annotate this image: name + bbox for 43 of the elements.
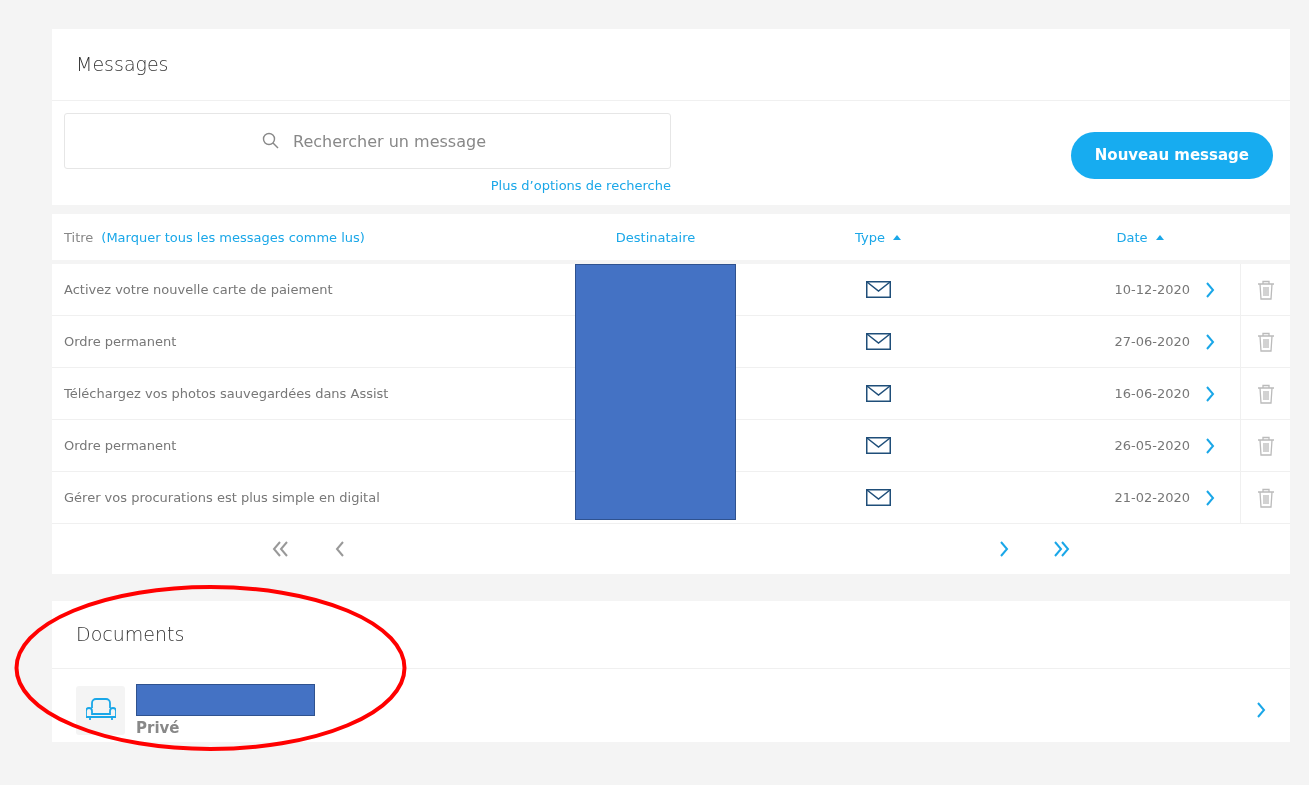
more-search-options-link[interactable]: Plus d’options de recherche <box>490 178 671 193</box>
last-page-button[interactable] <box>1052 541 1070 557</box>
trash-icon[interactable] <box>1256 383 1275 404</box>
message-title[interactable]: Gérer vos procurations est plus simple en digital <box>64 490 575 505</box>
message-title[interactable]: Téléchargez vos photos sauvegardées dans Assist <box>64 386 575 401</box>
message-date: 27-06-2020 <box>1113 334 1190 349</box>
armchair-icon <box>76 685 125 735</box>
column-header[interactable]: Type <box>855 229 885 245</box>
chevron-right-icon[interactable] <box>1256 702 1266 718</box>
column-header: Titre <box>64 229 94 245</box>
message-title[interactable]: Ordre permanent <box>64 438 575 453</box>
section-title: Messages <box>52 29 1290 101</box>
sort-caret-icon <box>892 234 901 240</box>
chevron-right-icon[interactable] <box>1205 489 1215 506</box>
column-header[interactable]: Destinataire <box>615 229 696 245</box>
message-date: 21-02-2020 <box>1113 490 1190 505</box>
document-subtitle: Privé <box>136 718 181 737</box>
chevron-right-icon[interactable] <box>1205 333 1215 350</box>
chevron-right-icon[interactable] <box>1205 437 1215 454</box>
message-title[interactable]: Ordre permanent <box>64 334 575 349</box>
trash-icon[interactable] <box>1256 279 1275 300</box>
column-header[interactable]: Date <box>1116 229 1148 245</box>
envelope-icon <box>865 281 891 298</box>
message-title[interactable]: Activez votre nouvelle carte de paiement <box>64 282 575 297</box>
trash-icon[interactable] <box>1256 435 1275 456</box>
trash-icon[interactable] <box>1256 487 1275 508</box>
search-icon <box>262 132 280 150</box>
envelope-icon <box>865 489 891 506</box>
section-title: Documents <box>52 601 1290 669</box>
envelope-icon <box>865 333 891 350</box>
chevron-right-icon[interactable] <box>1205 385 1215 402</box>
chevron-right-icon[interactable] <box>1205 281 1215 298</box>
envelope-icon <box>865 437 891 454</box>
sort-caret-icon <box>1155 234 1164 240</box>
mark-all-read-link[interactable]: (Marquer tous les messages comme lus) <box>101 229 365 245</box>
message-date: 26-05-2020 <box>1113 438 1190 453</box>
next-page-button[interactable] <box>999 541 1009 557</box>
trash-icon[interactable] <box>1256 331 1275 352</box>
new-message-button[interactable]: Nouveau message <box>1070 131 1273 179</box>
search-field[interactable]: Rechercher un message <box>64 113 671 169</box>
envelope-icon <box>865 385 891 402</box>
message-date: 16-06-2020 <box>1113 386 1190 401</box>
message-date: 10-12-2020 <box>1113 282 1190 297</box>
